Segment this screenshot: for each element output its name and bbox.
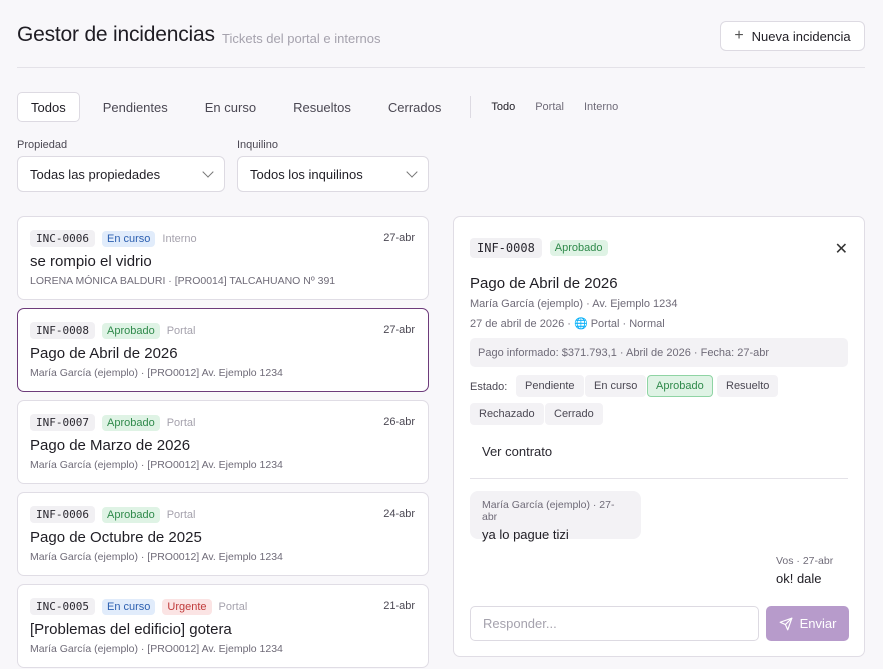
ticket-code: INF-0006 bbox=[30, 506, 95, 523]
ticket-title: [Problemas del edificio] gotera bbox=[30, 621, 232, 638]
ticket-date: 24-abr bbox=[383, 508, 415, 520]
ticket-subtitle: María García (ejemplo) · [PRO0012] Av. E… bbox=[30, 643, 283, 655]
send-button[interactable]: Enviar bbox=[766, 606, 849, 641]
priority-badge: Urgente bbox=[162, 598, 212, 615]
status-badge: Aprobado bbox=[101, 414, 160, 431]
tenant-filter-label: Inquilino bbox=[237, 139, 278, 151]
ticket-code: INF-0007 bbox=[30, 414, 95, 431]
origin-label: Portal bbox=[166, 416, 196, 429]
state-button-en-curso[interactable]: En curso bbox=[585, 375, 647, 397]
page-subtitle: Tickets del portal e internos bbox=[222, 31, 381, 46]
status-badge: En curso bbox=[101, 230, 156, 247]
new-incident-button[interactable]: + Nueva incidencia bbox=[720, 21, 865, 51]
reply-input[interactable] bbox=[470, 606, 759, 641]
ticket-code: INC-0006 bbox=[30, 230, 95, 247]
status-badge: Aprobado bbox=[101, 322, 160, 339]
page-header: Gestor de incidencias Tickets del portal… bbox=[17, 18, 865, 54]
detail-date-origin: 27 de abril de 2026 · 🌐 Portal · Normal bbox=[470, 318, 665, 330]
close-icon[interactable]: ✕ bbox=[835, 239, 848, 259]
chevron-down-icon bbox=[406, 166, 418, 178]
send-icon bbox=[779, 617, 793, 631]
ticket-subtitle: María García (ejemplo) · [PRO0012] Av. E… bbox=[30, 551, 283, 563]
tenant-select[interactable]: Todos los inquilinos bbox=[237, 156, 429, 192]
state-button-cerrado[interactable]: Cerrado bbox=[545, 403, 603, 425]
ticket-card[interactable]: INF-0006 Aprobado Portal 24-abr Pago de … bbox=[17, 492, 429, 576]
state-button-pendiente[interactable]: Pendiente bbox=[516, 375, 584, 397]
detail-tenant-address: María García (ejemplo) · Av. Ejemplo 123… bbox=[470, 298, 678, 310]
origin-label: Portal bbox=[166, 508, 196, 521]
ticket-card[interactable]: INF-0007 Aprobado Portal 26-abr Pago de … bbox=[17, 400, 429, 484]
detail-title: Pago de Abril de 2026 bbox=[470, 275, 618, 292]
property-select[interactable]: Todas las propiedades bbox=[17, 156, 225, 192]
ticket-code: INC-0005 bbox=[30, 598, 95, 615]
tab-en-curso[interactable]: En curso bbox=[191, 92, 270, 122]
source-tab-todo[interactable]: Todo bbox=[481, 92, 525, 122]
page-title: Gestor de incidencias bbox=[17, 23, 215, 46]
chevron-down-icon bbox=[202, 166, 214, 178]
detail-divider bbox=[470, 478, 848, 479]
header-divider bbox=[17, 67, 865, 68]
ticket-card-selected[interactable]: INF-0008 Aprobado Portal 27-abr Pago de … bbox=[17, 308, 429, 392]
property-filter-label: Propiedad bbox=[17, 139, 68, 151]
state-button-rechazado[interactable]: Rechazado bbox=[470, 403, 544, 425]
source-tab-interno[interactable]: Interno bbox=[574, 92, 628, 122]
ticket-code: INF-0008 bbox=[30, 322, 95, 339]
message-outgoing: Vos · 27-abr ok! dale bbox=[776, 555, 856, 586]
property-select-value: Todas las propiedades bbox=[30, 166, 161, 182]
message-text: ok! dale bbox=[776, 571, 822, 586]
source-tab-portal[interactable]: Portal bbox=[525, 92, 574, 122]
ticket-card[interactable]: INC-0005 En curso Urgente Portal 21-abr … bbox=[17, 584, 429, 668]
ticket-card[interactable]: INC-0006 En curso Interno 27-abr se romp… bbox=[17, 216, 429, 300]
ticket-title: Pago de Marzo de 2026 bbox=[30, 437, 191, 454]
ticket-title: se rompio el vidrio bbox=[30, 253, 152, 270]
origin-label: Portal bbox=[218, 600, 248, 613]
tab-todos[interactable]: Todos bbox=[17, 92, 80, 122]
ticket-date: 27-abr bbox=[383, 324, 415, 336]
status-badge: Aprobado bbox=[101, 506, 160, 523]
tab-resueltos[interactable]: Resueltos bbox=[279, 92, 365, 122]
ticket-date: 26-abr bbox=[383, 416, 415, 428]
state-button-resuelto[interactable]: Resuelto bbox=[717, 375, 779, 397]
message-incoming: María García (ejemplo) · 27-abr ya lo pa… bbox=[470, 491, 641, 542]
message-meta: Vos · 27-abr bbox=[776, 555, 834, 567]
view-contract-link[interactable]: Ver contrato bbox=[482, 444, 552, 459]
detail-code: INF-0008 bbox=[470, 238, 542, 258]
message-text: ya lo pague tizi bbox=[482, 527, 569, 542]
state-button-aprobado[interactable]: Aprobado bbox=[647, 375, 713, 397]
tenant-select-value: Todos los inquilinos bbox=[250, 166, 363, 182]
ticket-subtitle: LORENA MÓNICA BALDURI · [PRO0014] TALCAH… bbox=[30, 275, 336, 287]
tabs-divider bbox=[470, 96, 472, 118]
origin-label: Interno bbox=[162, 232, 197, 245]
message-meta: María García (ejemplo) · 27-abr bbox=[482, 499, 615, 523]
send-label: Enviar bbox=[799, 616, 837, 631]
detail-status-badge: Aprobado bbox=[549, 240, 608, 256]
ticket-title: Pago de Abril de 2026 bbox=[30, 345, 178, 362]
origin-label: Portal bbox=[166, 324, 196, 337]
ticket-title: Pago de Octubre de 2025 bbox=[30, 529, 202, 546]
status-badge: En curso bbox=[101, 598, 156, 615]
payment-info: Pago informado: $371.793,1 · Abril de 20… bbox=[470, 338, 848, 367]
ticket-date: 21-abr bbox=[383, 600, 415, 612]
ticket-date: 27-abr bbox=[383, 232, 415, 244]
new-incident-label: Nueva incidencia bbox=[751, 28, 851, 44]
ticket-subtitle: María García (ejemplo) · [PRO0012] Av. E… bbox=[30, 367, 283, 379]
tab-pendientes[interactable]: Pendientes bbox=[89, 92, 182, 122]
state-label: Estado: bbox=[470, 381, 508, 393]
status-tabs: Todos Pendientes En curso Resueltos Cerr… bbox=[17, 92, 628, 122]
ticket-detail-panel: INF-0008 Aprobado ✕ Pago de Abril de 202… bbox=[453, 216, 865, 657]
ticket-subtitle: María García (ejemplo) · [PRO0012] Av. E… bbox=[30, 459, 283, 471]
tab-cerrados[interactable]: Cerrados bbox=[374, 92, 455, 122]
plus-icon: + bbox=[734, 27, 744, 44]
